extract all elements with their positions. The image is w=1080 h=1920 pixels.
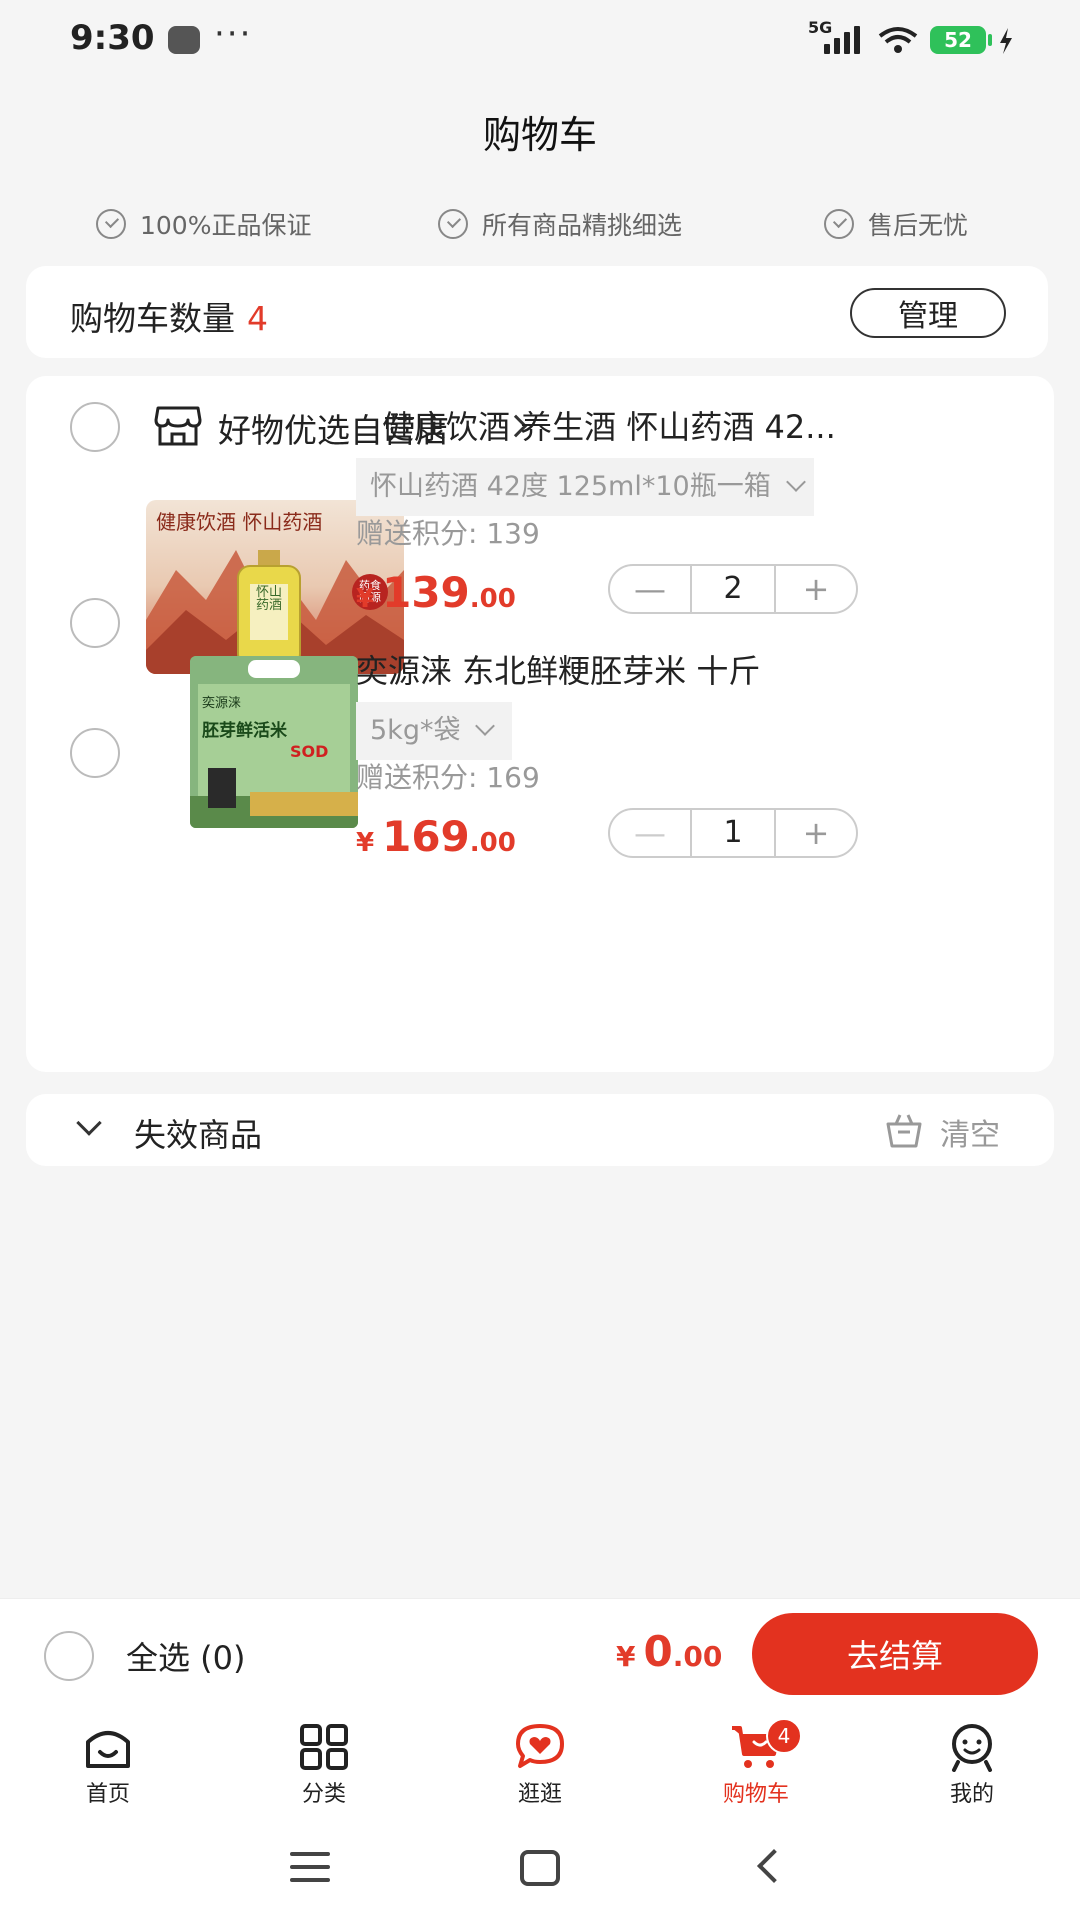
tab-label: 我的 — [949, 1782, 994, 1807]
tab-label: 逛逛 — [517, 1782, 562, 1807]
cart-count-text: 购物车数量 — [70, 299, 235, 338]
select-all-radio[interactable] — [44, 1631, 94, 1681]
product-spec: 5kg*袋 — [370, 715, 461, 746]
tab-bar: 首页 分类 逛逛 4 购物车 我的 — [0, 1708, 1080, 1820]
product-spec-selector[interactable]: 5kg*袋 — [356, 702, 512, 760]
product-points: 赠送积分: 139 — [356, 517, 540, 550]
chevron-down-icon — [475, 716, 496, 736]
total-price: ¥0.00 — [616, 1627, 722, 1676]
status-bar: 9:30 ··· 5G 52 — [0, 0, 1080, 80]
more-notifications-icon: ··· — [214, 14, 253, 54]
total-symbol: ¥ — [616, 1640, 636, 1673]
decrease-button[interactable]: — — [610, 566, 690, 612]
checkout-bar: 全选 (0) ¥0.00 去结算 — [0, 1598, 1080, 1708]
battery-tip — [988, 34, 992, 46]
price-integer: 139 — [382, 568, 470, 617]
image-name-text: 胚芽鲜活米 — [202, 721, 287, 741]
tab-cart[interactable]: 4 购物车 — [686, 1718, 826, 1812]
product-spec-selector[interactable]: 怀山药酒 42度 125ml*10瓶一箱 — [356, 458, 814, 516]
page-title: 购物车 — [482, 113, 597, 157]
quantity-stepper: — 1 + — [608, 808, 858, 858]
increase-button[interactable]: + — [776, 810, 856, 856]
guarantee-bar: 100%正品保证 所有商品精挑细选 售后无忧 — [0, 196, 1080, 248]
grid-icon — [300, 1724, 348, 1770]
product-price: ¥139.00 — [356, 568, 516, 617]
chevron-down-icon — [785, 472, 806, 492]
invalid-products-bar[interactable]: 失效商品 清空 — [26, 1094, 1054, 1166]
product-image[interactable]: 奕源涞 胚芽鲜活米 SOD — [190, 656, 358, 828]
price-decimal: .00 — [469, 584, 516, 614]
guarantee-label: 售后无忧 — [868, 211, 969, 240]
heart-chat-icon — [516, 1724, 564, 1768]
cart-count-label: 购物车数量 4 — [70, 292, 268, 340]
tab-label: 首页 — [85, 1782, 130, 1807]
check-circle-icon — [824, 209, 854, 239]
price-integer: 169 — [382, 812, 470, 861]
signal-icon — [824, 24, 864, 54]
rice-product-picture — [190, 656, 358, 828]
system-navigation — [0, 1820, 1080, 1920]
basket-icon[interactable] — [884, 1112, 924, 1148]
tab-category[interactable]: 分类 — [254, 1722, 394, 1812]
guarantee-label: 所有商品精挑细选 — [482, 211, 683, 240]
image-sub-text: SOD — [290, 742, 329, 761]
check-circle-icon — [96, 209, 126, 239]
store-icon — [154, 406, 202, 446]
app-notification-icon — [168, 26, 200, 54]
cart-summary-card: 购物车数量 4 管理 — [26, 266, 1048, 358]
quantity-value[interactable]: 1 — [690, 810, 776, 856]
status-time: 9:30 — [70, 18, 155, 58]
image-banner-text: 健康饮酒 怀山药酒 — [156, 510, 323, 534]
product-title[interactable]: 健康饮酒 养生酒 怀山药酒 42... — [382, 402, 842, 448]
checkout-button[interactable]: 去结算 — [752, 1613, 1038, 1695]
menu-icon[interactable] — [290, 1852, 330, 1884]
total-integer: 0 — [643, 1627, 673, 1676]
chevron-down-icon[interactable] — [76, 1110, 102, 1136]
image-bottle-text: 怀山药酒 — [256, 585, 283, 613]
product-select-radio[interactable] — [70, 598, 120, 648]
store-select-radio[interactable] — [70, 402, 120, 452]
product-price: ¥169.00 — [356, 812, 516, 861]
guarantee-label: 100%正品保证 — [140, 211, 312, 240]
back-icon[interactable] — [757, 1849, 791, 1883]
guarantee-item: 100%正品保证 — [96, 206, 311, 242]
total-decimal: .00 — [672, 1640, 723, 1673]
charging-icon — [1000, 28, 1012, 54]
price-symbol: ¥ — [356, 584, 375, 614]
store-card: 好物优选自营店 健康饮酒 怀山药酒 怀山药酒 药食同源 健康饮酒 养生酒 怀山药… — [26, 376, 1054, 1072]
tab-profile[interactable]: 我的 — [902, 1722, 1042, 1812]
price-decimal: .00 — [469, 828, 516, 858]
decrease-button[interactable]: — — [610, 810, 690, 856]
cart-badge: 4 — [766, 1718, 802, 1754]
guarantee-item: 所有商品精挑细选 — [438, 206, 682, 242]
wifi-icon — [878, 27, 918, 53]
price-symbol: ¥ — [356, 828, 375, 858]
increase-button[interactable]: + — [776, 566, 856, 612]
home-icon — [86, 1731, 130, 1768]
manage-button[interactable]: 管理 — [850, 288, 1006, 338]
clear-button[interactable]: 清空 — [940, 1110, 1000, 1154]
product-spec: 怀山药酒 42度 125ml*10瓶一箱 — [370, 471, 771, 502]
tab-home[interactable]: 首页 — [38, 1722, 178, 1812]
quantity-stepper: — 2 + — [608, 564, 858, 614]
quantity-value[interactable]: 2 — [690, 566, 776, 612]
invalid-products-label: 失效商品 — [134, 1116, 263, 1154]
cart-count-value: 4 — [247, 299, 268, 338]
tab-browse[interactable]: 逛逛 — [470, 1722, 610, 1812]
battery-icon: 52 — [930, 26, 986, 54]
select-all-label[interactable]: 全选 (0) — [126, 1633, 246, 1679]
home-square-icon[interactable] — [520, 1850, 560, 1886]
product-points: 赠送积分: 169 — [356, 761, 540, 794]
profile-icon — [952, 1724, 992, 1772]
guarantee-item: 售后无忧 — [824, 206, 968, 242]
product-select-radio[interactable] — [70, 728, 120, 778]
image-brand-text: 奕源涞 — [202, 696, 242, 711]
product-title[interactable]: 奕源涞 东北鲜粳胚芽米 十斤 — [356, 646, 826, 692]
tab-label: 购物车 — [722, 1782, 789, 1807]
tab-label: 分类 — [301, 1782, 346, 1807]
check-circle-icon — [438, 209, 468, 239]
